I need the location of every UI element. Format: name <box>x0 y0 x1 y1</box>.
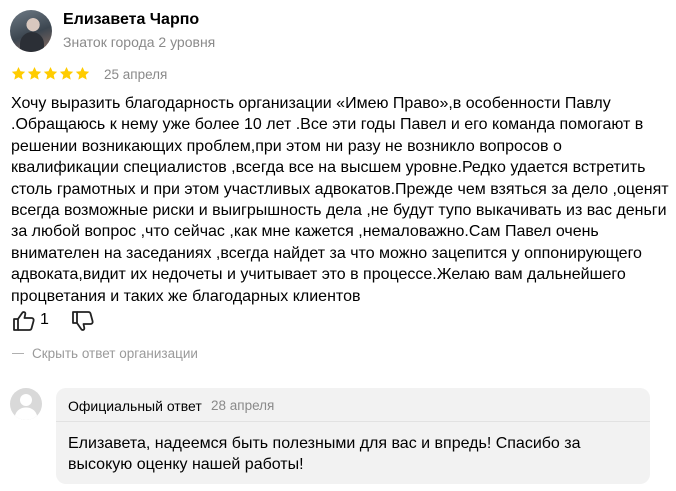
dislike-button[interactable] <box>71 310 95 332</box>
reply-date: 28 апреля <box>211 398 275 413</box>
star-icon <box>43 66 58 80</box>
hide-reply-label: Скрыть ответ организации <box>32 346 198 361</box>
star-icon <box>59 66 74 80</box>
reply-text: Елизавета, надеемся быть полезными для в… <box>68 435 581 473</box>
thumb-down-icon <box>72 311 94 331</box>
official-reply: Официальный ответ 28 апреля Елизавета, н… <box>56 388 650 484</box>
reply-title: Официальный ответ <box>68 398 202 414</box>
toggle-dash <box>12 353 24 354</box>
review-text: Хочу выразить благодарность организации … <box>11 95 669 305</box>
reply-divider <box>56 421 650 422</box>
like-count: 1 <box>40 311 49 328</box>
default-user-avatar-icon <box>14 394 38 420</box>
hide-reply-toggle[interactable]: Скрыть ответ организации <box>12 346 198 361</box>
author-name[interactable]: Елизавета Чарпо <box>63 11 199 29</box>
star-icon <box>75 66 90 80</box>
review-date: 25 апреля <box>104 67 168 82</box>
organization-avatar <box>10 388 42 420</box>
star-icon <box>27 66 42 80</box>
star-icon <box>11 66 26 80</box>
author-level: Знаток города 2 уровня <box>63 34 216 50</box>
rating-stars <box>11 66 90 81</box>
thumb-up-icon <box>13 311 35 331</box>
author-avatar[interactable] <box>10 10 52 52</box>
like-button[interactable] <box>12 310 36 332</box>
